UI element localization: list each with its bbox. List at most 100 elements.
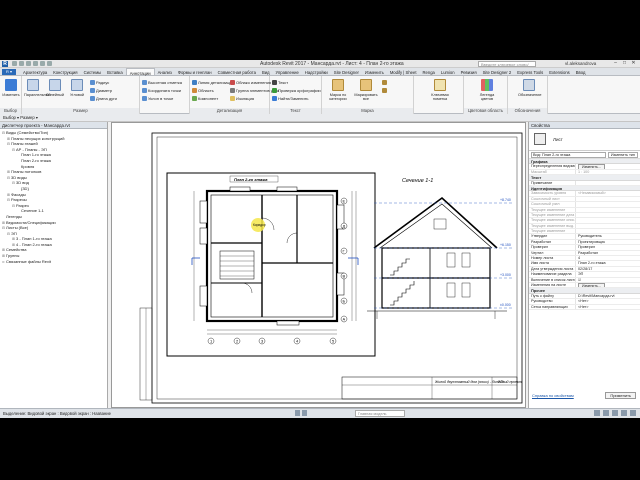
property-value[interactable]: <Независимый> [575, 191, 640, 196]
tab-13[interactable]: Modify | Sheet [387, 68, 420, 75]
tab-16[interactable]: Ревизия [458, 68, 480, 75]
properties-help-link[interactable]: Справка по свойствам [532, 393, 574, 398]
tab-15[interactable]: Lumion [438, 68, 458, 75]
aligned-dimension-button[interactable]: Параллельный [24, 78, 51, 106]
property-value[interactable]: 1 : 100 [575, 169, 640, 175]
spot-slope-button[interactable]: Уклон в точке [142, 94, 173, 102]
spot-coordinate-button[interactable]: Координата точки [142, 86, 181, 94]
revit-logo-icon[interactable]: R [2, 61, 8, 67]
tab-12[interactable]: Изменить [362, 68, 387, 75]
type-selector[interactable]: Лист [529, 129, 640, 151]
spot-elevation-button[interactable]: Высотная отметка [142, 78, 182, 86]
tab-18[interactable]: Express Tools [514, 68, 546, 75]
print-icon[interactable] [40, 61, 45, 66]
color-fill-legend-button[interactable]: Легенда цветов [476, 78, 498, 106]
property-value[interactable]: Разработал [575, 250, 640, 256]
apply-button[interactable]: Применить [605, 392, 636, 399]
application-menu-button[interactable]: R ▾ [2, 69, 16, 75]
property-value[interactable]: 02/28/17 [575, 266, 640, 272]
close-icon[interactable]: ✕ [629, 60, 638, 67]
tab-20[interactable]: Ввод [573, 68, 589, 75]
property-value[interactable] [575, 202, 640, 207]
edit-property-button[interactable]: Изменить... [578, 282, 605, 288]
material-tag-button[interactable] [382, 86, 387, 94]
tab-10[interactable]: Надстройки [302, 68, 331, 75]
edit-property-button[interactable]: Изменить... [578, 164, 605, 169]
property-value[interactable]: Проверил [575, 245, 640, 250]
select-pinned-icon[interactable] [612, 410, 618, 416]
spelling-button[interactable]: Проверка орфографии [272, 86, 321, 94]
tab-0[interactable]: Архитектура [20, 68, 50, 75]
property-value[interactable]: ЭП [575, 272, 640, 277]
main-model-dropdown[interactable]: Главная модель [355, 410, 405, 417]
insulation-button[interactable]: Изоляция [230, 94, 254, 102]
maximize-icon[interactable]: □ [620, 60, 629, 67]
measure-icon[interactable] [47, 61, 52, 66]
revision-cloud-button[interactable]: Облако изменения [230, 78, 271, 86]
select-underlay-icon[interactable] [603, 410, 609, 416]
tab-17[interactable]: Site Designer 2 [480, 68, 515, 75]
user-name[interactable]: vl.aleksandrova [565, 61, 596, 66]
tab-14[interactable]: Renga [420, 68, 438, 75]
save-icon[interactable] [19, 61, 24, 66]
tab-8[interactable]: Вид [259, 68, 273, 75]
property-value[interactable]: 4 [575, 256, 640, 261]
drawing-canvas[interactable]: План 2-го этажа Е Д Г В Б А 1 2 3 4 5 Ко… [111, 122, 526, 408]
property-value[interactable] [575, 207, 640, 212]
tab-11[interactable]: Site Designer [331, 68, 362, 75]
tab-19[interactable]: Extensions [546, 68, 572, 75]
multi-category-button[interactable] [382, 78, 387, 86]
tree-node[interactable]: ∞ Связанные файлы Revit [0, 259, 107, 265]
property-value[interactable] [575, 212, 640, 218]
tab-2[interactable]: Системы [81, 68, 105, 75]
search-input[interactable]: Введите ключевое слово/фразу [478, 61, 536, 72]
property-value[interactable]: План 2-го этажа [575, 261, 640, 266]
tab-5[interactable]: Анализ [155, 68, 175, 75]
property-value[interactable]: Изменить... [575, 282, 640, 288]
property-value[interactable] [575, 229, 640, 234]
tab-3[interactable]: Вставка [104, 68, 126, 75]
tab-4[interactable]: Аннотации [125, 68, 155, 76]
property-value[interactable] [575, 218, 640, 223]
minimize-icon[interactable]: – [611, 60, 620, 67]
tab-6[interactable]: Формы и генплан [175, 68, 215, 75]
component-button[interactable]: Компонент [192, 94, 218, 102]
tab-9[interactable]: Управление [273, 68, 302, 75]
edit-type-button[interactable]: Изменить тип [607, 151, 638, 158]
arc-length-button[interactable]: Длина дуги [90, 94, 117, 102]
property-value[interactable]: Проектировщик [575, 239, 640, 245]
tag-all-button[interactable]: Маркировать все [354, 78, 378, 106]
select-by-face-icon[interactable] [621, 410, 627, 416]
property-value[interactable]: Изменить... [575, 164, 640, 169]
open-icon[interactable] [12, 61, 17, 66]
symbol-button[interactable]: Обозначение [518, 78, 541, 106]
design-option-icon[interactable] [302, 410, 307, 416]
angular-dimension-button[interactable]: Угловой [68, 78, 86, 106]
region-button[interactable]: Область [192, 86, 214, 94]
property-value[interactable] [575, 223, 640, 229]
keynote-button[interactable]: Ключевая пометка [428, 78, 452, 106]
redo-icon[interactable] [33, 61, 38, 66]
property-value[interactable]: Руководитель [575, 234, 640, 239]
property-value[interactable] [575, 196, 640, 202]
select-links-icon[interactable] [594, 410, 600, 416]
undo-icon[interactable] [26, 61, 31, 66]
radius-button[interactable]: Радиус [90, 78, 109, 86]
tab-1[interactable]: Конструкция [50, 68, 80, 75]
text-button[interactable]: Текст [272, 78, 288, 86]
property-value[interactable]: ☑ [575, 277, 640, 282]
property-value[interactable] [575, 180, 640, 185]
property-value[interactable]: <Нет> [575, 299, 640, 304]
tab-7[interactable]: Совместная работа [215, 68, 259, 75]
filter-icon[interactable] [630, 410, 636, 416]
workset-icon[interactable] [295, 410, 300, 416]
find-replace-button[interactable]: Найти/Заменить [272, 94, 309, 102]
property-value[interactable]: <Нет> [575, 304, 640, 309]
diameter-button[interactable]: Диаметр [90, 86, 112, 94]
linear-dimension-button[interactable]: Линейный [46, 78, 64, 106]
modify-button[interactable]: Изменить [2, 78, 20, 106]
detail-line-button[interactable]: Линия детализации [192, 78, 234, 86]
instance-dropdown[interactable]: Вид: План 2-го этажа [531, 151, 606, 158]
tag-by-category-button[interactable]: Марка по категории [326, 78, 350, 106]
property-value[interactable]: D:\Revit\Мансарда.rvt [575, 293, 640, 299]
